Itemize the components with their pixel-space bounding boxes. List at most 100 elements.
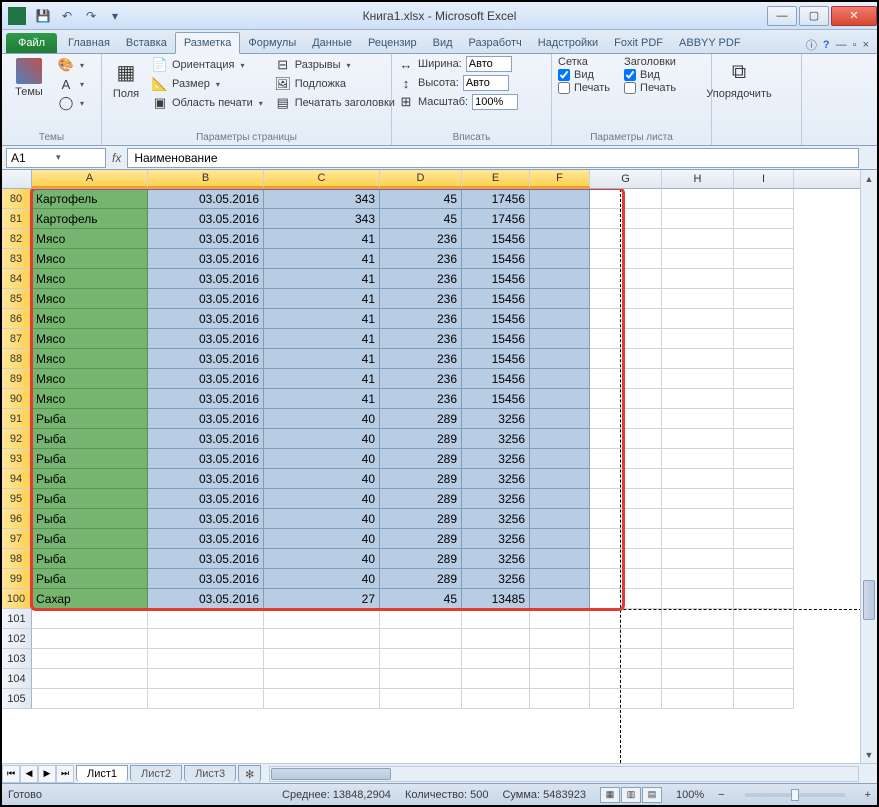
minimize-button[interactable]: — xyxy=(767,6,797,26)
cell[interactable]: 03.05.2016 xyxy=(148,489,264,509)
cell[interactable] xyxy=(530,589,590,609)
cell[interactable]: 41 xyxy=(264,289,380,309)
cell[interactable]: 343 xyxy=(264,189,380,209)
cell[interactable] xyxy=(590,409,662,429)
gridlines-view-checkbox[interactable]: Вид xyxy=(558,69,610,81)
tab-page-layout[interactable]: Разметка xyxy=(175,32,241,54)
cell[interactable]: 40 xyxy=(264,489,380,509)
cell[interactable]: Мясо xyxy=(32,369,148,389)
zoom-in-button[interactable]: + xyxy=(865,789,871,801)
cell[interactable]: 236 xyxy=(380,309,462,329)
cell[interactable]: Мясо xyxy=(32,249,148,269)
cell[interactable]: 03.05.2016 xyxy=(148,549,264,569)
cell[interactable]: 03.05.2016 xyxy=(148,269,264,289)
cell[interactable]: 17456 xyxy=(462,209,530,229)
cell[interactable]: 03.05.2016 xyxy=(148,249,264,269)
cell[interactable]: Мясо xyxy=(32,269,148,289)
theme-effects-button[interactable]: ◯ xyxy=(54,94,88,112)
cell[interactable]: 03.05.2016 xyxy=(148,509,264,529)
cell[interactable]: 15456 xyxy=(462,289,530,309)
cell[interactable]: 15456 xyxy=(462,229,530,249)
cell[interactable] xyxy=(32,689,148,709)
file-tab[interactable]: Файл xyxy=(6,33,57,53)
cell[interactable]: 289 xyxy=(380,569,462,589)
cell[interactable] xyxy=(590,429,662,449)
col-header-d[interactable]: D xyxy=(380,170,462,188)
cell[interactable] xyxy=(662,349,734,369)
cell[interactable] xyxy=(734,429,794,449)
cell[interactable] xyxy=(530,209,590,229)
row-header[interactable]: 104 xyxy=(2,669,32,689)
cell[interactable] xyxy=(662,409,734,429)
cell[interactable]: 03.05.2016 xyxy=(148,189,264,209)
cell[interactable]: Мясо xyxy=(32,389,148,409)
cell[interactable]: 03.05.2016 xyxy=(148,209,264,229)
cell[interactable] xyxy=(530,689,590,709)
cell[interactable] xyxy=(380,609,462,629)
cell[interactable]: 15456 xyxy=(462,269,530,289)
print-titles-button[interactable]: ▤Печатать заголовки xyxy=(271,94,399,112)
scale-input[interactable] xyxy=(472,94,518,110)
sheet-nav-first[interactable]: ⏮ xyxy=(2,765,20,783)
cell[interactable]: 41 xyxy=(264,369,380,389)
height-input[interactable] xyxy=(463,75,509,91)
tab-developer[interactable]: Разработч xyxy=(461,33,530,53)
cell[interactable]: 03.05.2016 xyxy=(148,289,264,309)
cell[interactable]: 289 xyxy=(380,529,462,549)
fx-button[interactable]: fx xyxy=(106,151,127,165)
cell[interactable] xyxy=(662,449,734,469)
cell[interactable] xyxy=(590,489,662,509)
theme-fonts-button[interactable]: A xyxy=(54,75,88,93)
sheet-tab-2[interactable]: Лист2 xyxy=(130,765,182,782)
cell[interactable]: Мясо xyxy=(32,329,148,349)
cell[interactable]: 45 xyxy=(380,189,462,209)
zoom-out-button[interactable]: − xyxy=(718,789,724,801)
width-input[interactable] xyxy=(466,56,512,72)
cell[interactable] xyxy=(734,189,794,209)
cell[interactable] xyxy=(590,269,662,289)
cell[interactable]: Картофель xyxy=(32,209,148,229)
cell[interactable] xyxy=(530,249,590,269)
vertical-scrollbar[interactable]: ▲ ▼ xyxy=(860,170,877,763)
cell[interactable]: 236 xyxy=(380,229,462,249)
sheet-nav-next[interactable]: ▶ xyxy=(38,765,56,783)
cell[interactable] xyxy=(590,609,662,629)
view-normal-button[interactable]: ▦ xyxy=(600,787,620,803)
tab-review[interactable]: Рецензир xyxy=(360,33,425,53)
cell[interactable] xyxy=(734,489,794,509)
cell[interactable]: 40 xyxy=(264,569,380,589)
cell[interactable] xyxy=(380,649,462,669)
print-area-button[interactable]: ▣Область печати xyxy=(148,94,267,112)
cell[interactable] xyxy=(734,289,794,309)
doc-restore-button[interactable]: ▫ xyxy=(853,39,857,51)
formula-input[interactable]: Наименование xyxy=(127,148,859,168)
cell[interactable]: 3256 xyxy=(462,509,530,529)
cell[interactable] xyxy=(590,689,662,709)
row-header[interactable]: 98 xyxy=(2,549,32,569)
name-box[interactable]: A1▾ xyxy=(6,148,106,168)
sheet-nav-last[interactable]: ⏭ xyxy=(56,765,74,783)
cell[interactable] xyxy=(530,569,590,589)
tab-addins[interactable]: Надстройки xyxy=(530,33,606,53)
cell[interactable]: 41 xyxy=(264,269,380,289)
cell[interactable] xyxy=(530,649,590,669)
cell[interactable]: 15456 xyxy=(462,389,530,409)
cell[interactable] xyxy=(32,649,148,669)
theme-colors-button[interactable]: 🎨 xyxy=(54,56,88,74)
cell[interactable] xyxy=(462,689,530,709)
col-header-c[interactable]: C xyxy=(264,170,380,188)
cell[interactable]: Рыба xyxy=(32,409,148,429)
zoom-slider[interactable] xyxy=(745,793,845,797)
hscroll-thumb[interactable] xyxy=(271,768,391,780)
cell[interactable]: 15456 xyxy=(462,329,530,349)
cell[interactable]: Рыба xyxy=(32,449,148,469)
margins-button[interactable]: ▦ Поля xyxy=(108,56,144,102)
doc-minimize-button[interactable]: — xyxy=(836,39,847,51)
cell[interactable] xyxy=(380,689,462,709)
row-header[interactable]: 81 xyxy=(2,209,32,229)
cell[interactable] xyxy=(734,669,794,689)
cell[interactable] xyxy=(462,649,530,669)
cell[interactable] xyxy=(590,469,662,489)
orientation-button[interactable]: 📄Ориентация xyxy=(148,56,267,74)
size-button[interactable]: 📐Размер xyxy=(148,75,267,93)
